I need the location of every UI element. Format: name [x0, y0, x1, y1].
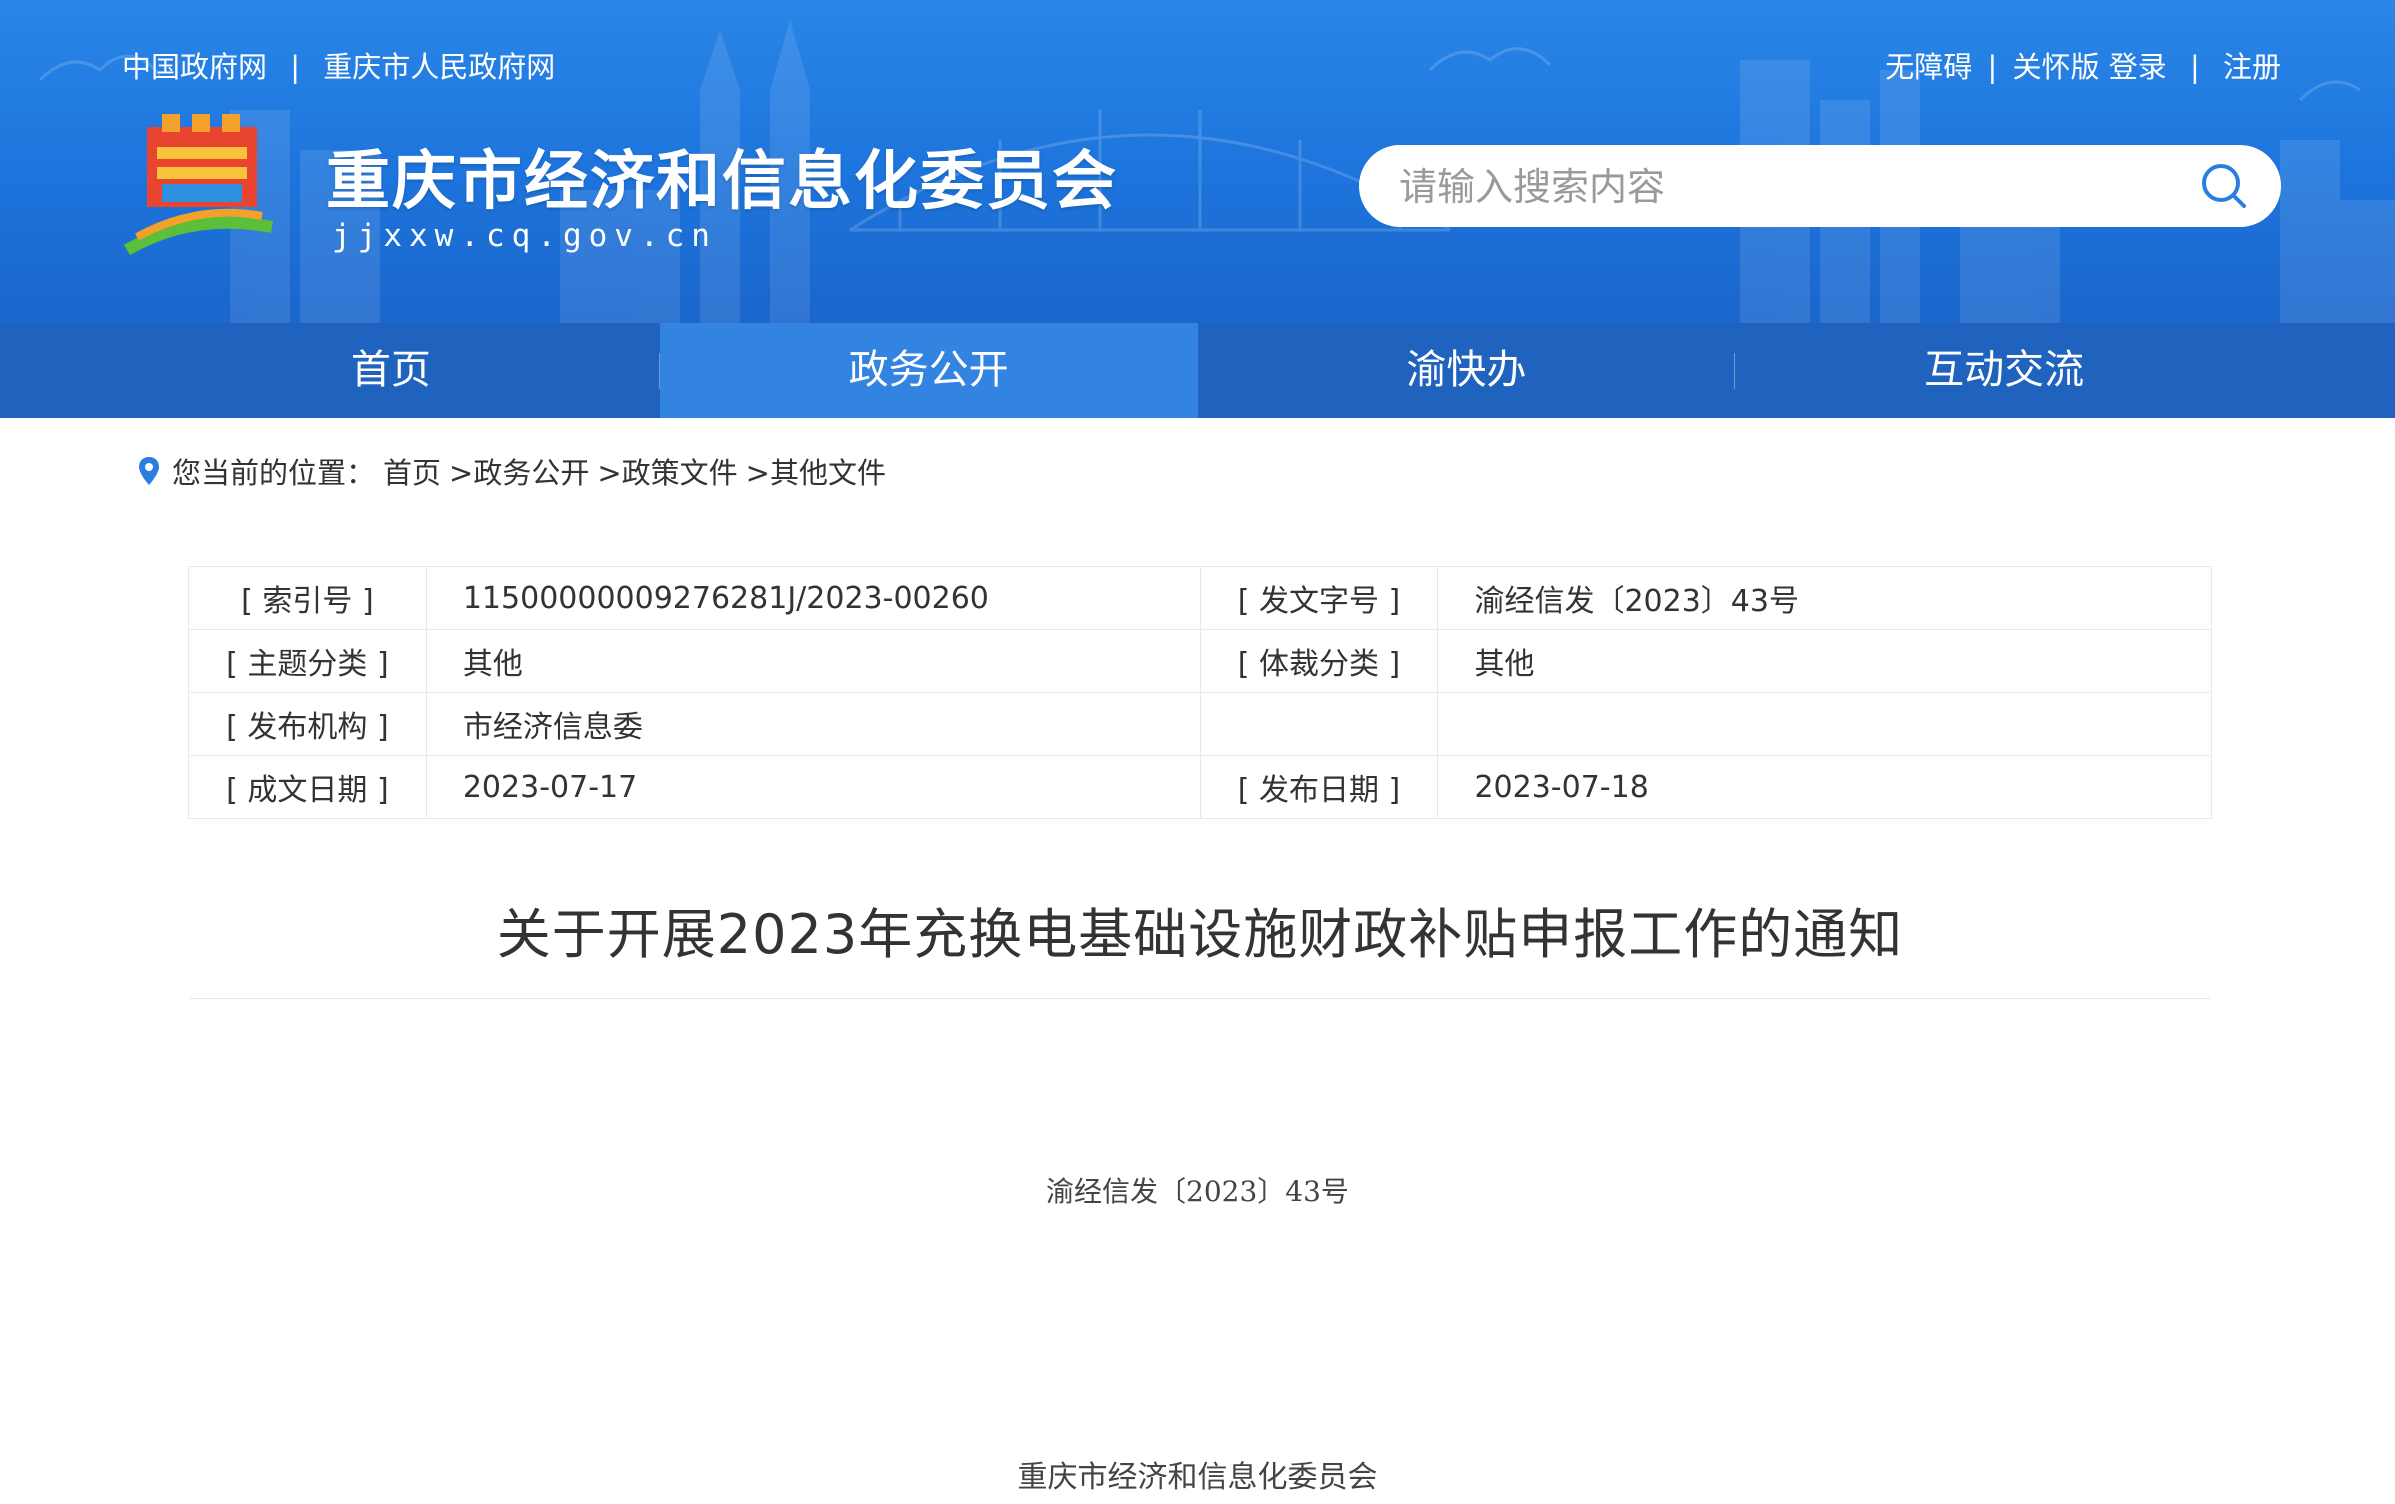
table-row: [ 发布机构 ] 市经济信息委 — [188, 692, 2212, 756]
breadcrumb-item-other-documents[interactable]: >其他文件 — [746, 450, 886, 492]
breadcrumb-prefix: 您当前的位置： — [172, 456, 376, 490]
breadcrumb-item-home[interactable]: 首页 — [383, 450, 441, 492]
main-nav: 首页 政务公开 渝快办 互动交流 — [0, 323, 2395, 418]
nav-home[interactable]: 首页 — [122, 323, 660, 418]
meta-label: [ 主题分类 ] — [188, 629, 427, 693]
nav-government-affairs[interactable]: 政务公开 — [659, 323, 1198, 418]
meta-value: 其他 — [1437, 629, 2212, 693]
breadcrumb: 您当前的位置： 首页 >政务公开 >政策文件 >其他文件 — [138, 450, 894, 492]
search-input[interactable] — [1397, 160, 2161, 214]
link-separator: | — [2189, 50, 2200, 84]
elder-version-link[interactable]: 关怀版 — [2013, 50, 2100, 84]
search-box — [1359, 145, 2281, 227]
location-pin-icon — [139, 457, 159, 485]
meta-value: 渝经信发〔2023〕43号 — [1437, 566, 2212, 630]
logo-emblem-icon[interactable] — [122, 112, 282, 257]
meta-value: 11500000009276281J/2023-00260 — [425, 566, 1201, 630]
meta-label: [ 发布机构 ] — [188, 692, 427, 756]
document-number: 渝经信发〔2023〕43号 — [1046, 1175, 1349, 1208]
table-row: [ 成文日期 ] 2023-07-17 [ 发布日期 ] 2023-07-18 — [188, 755, 2212, 819]
breadcrumb-item-policy-documents[interactable]: >政策文件 — [597, 450, 737, 492]
top-left-links: 中国政府网 | 重庆市人民政府网 — [122, 44, 555, 86]
table-row: [ 索引号 ] 11500000009276281J/2023-00260 [ … — [188, 566, 2212, 630]
document-issuer: 重庆市经济和信息化委员会 — [1017, 1460, 1378, 1495]
register-link[interactable]: 注册 — [2223, 50, 2281, 84]
document-title: 关于开展2023年充换电基础设施财政补贴申报工作的通知 — [496, 903, 1904, 966]
meta-label: [ 索引号 ] — [188, 566, 427, 630]
top-right-links: 无障碍 | 关怀版 登录 | 注册 — [1885, 44, 2281, 86]
link-chongqing-gov[interactable]: 重庆市人民政府网 — [323, 44, 555, 86]
site-title[interactable]: 重庆市经济和信息化委员会 — [326, 130, 1118, 222]
meta-label — [1199, 692, 1439, 756]
breadcrumb-item-government-affairs[interactable]: >政务公开 — [449, 450, 589, 492]
meta-label: [ 发文字号 ] — [1199, 566, 1439, 630]
nav-interaction[interactable]: 互动交流 — [1735, 323, 2273, 418]
document-metadata-table: [ 索引号 ] 11500000009276281J/2023-00260 [ … — [188, 566, 2212, 819]
link-china-gov[interactable]: 中国政府网 — [122, 44, 267, 86]
meta-value: 2023-07-17 — [425, 755, 1201, 819]
meta-value — [1437, 692, 2212, 756]
meta-label: [ 体裁分类 ] — [1199, 629, 1439, 693]
link-separator: | — [290, 50, 301, 84]
site-domain: jjxxw.cq.gov.cn — [332, 218, 717, 254]
meta-value: 其他 — [425, 629, 1201, 693]
meta-value: 市经济信息委 — [425, 692, 1201, 756]
table-row: [ 主题分类 ] 其他 [ 体裁分类 ] 其他 — [188, 629, 2212, 693]
login-link[interactable]: 登录 — [2109, 50, 2167, 84]
search-icon[interactable] — [2201, 163, 2247, 209]
meta-label: [ 成文日期 ] — [188, 755, 427, 819]
accessibility-link[interactable]: 无障碍 — [1885, 50, 1972, 84]
meta-label: [ 发布日期 ] — [1199, 755, 1439, 819]
link-separator: | — [1987, 50, 1998, 84]
title-divider — [190, 998, 2210, 999]
meta-value: 2023-07-18 — [1437, 755, 2212, 819]
nav-yukuaiban[interactable]: 渝快办 — [1198, 323, 1736, 418]
site-header: 中国政府网 | 重庆市人民政府网 无障碍 | 关怀版 登录 | 注册 重庆市经济… — [0, 0, 2395, 323]
